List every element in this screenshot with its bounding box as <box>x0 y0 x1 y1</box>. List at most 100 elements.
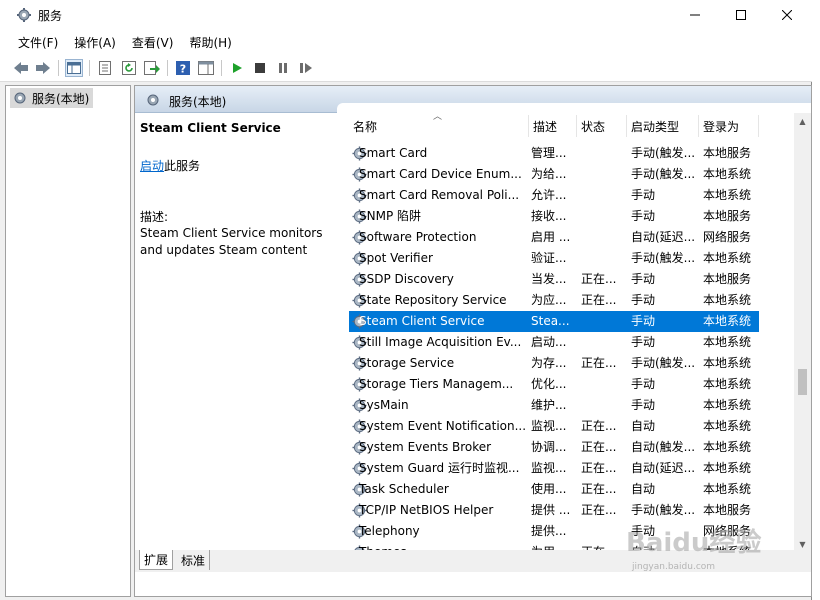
main-pane: 服务(本地) Steam Client Service 启动此服务 描述: St… <box>134 85 812 597</box>
export-icon <box>144 61 160 75</box>
maximize-icon <box>736 10 746 20</box>
back-button[interactable] <box>12 59 30 77</box>
tab-extended[interactable]: 扩展 <box>139 550 174 570</box>
menu-help[interactable]: 帮助(H) <box>181 34 239 51</box>
watermark-text: Baidu经验 <box>626 528 762 558</box>
baidu-watermark: Baidu经验 jingyan.baidu.com <box>626 522 786 582</box>
cell-desc: 监视... <box>531 419 567 433</box>
stop-icon <box>255 63 265 73</box>
cell-desc: 允许... <box>531 188 567 202</box>
table-row[interactable]: Smart Card 管理... 手动(触发... 本地服务 <box>349 143 759 164</box>
menu-view[interactable]: 查看(V) <box>124 34 182 51</box>
close-button[interactable] <box>764 0 810 30</box>
pause-icon <box>279 63 287 73</box>
scroll-up-arrow-icon[interactable]: ▲ <box>794 113 811 130</box>
forward-arrow-icon <box>36 62 50 74</box>
watermark-url: jingyan.baidu.com <box>632 562 716 572</box>
cell-status: 正在... <box>581 356 617 370</box>
table-row[interactable]: System Events Broker 协调... 正在... 自动(触发... 本地… <box>349 437 759 458</box>
restart-service-button[interactable] <box>297 59 315 77</box>
table-row[interactable]: SNMP 陷阱 接收... 手动 本地服务 <box>349 206 759 227</box>
cell-desc: 启用 ... <box>531 230 571 244</box>
services-list[interactable]: ︿ 名称 描述 状态 启动类型 登录为 Smart Card 管理... 手动(触发… <box>337 103 811 553</box>
table-row[interactable]: SSDP Discovery 当发... 正在... 手动 本地服务 <box>349 269 759 290</box>
menu-file[interactable]: 文件(F) <box>10 34 66 51</box>
cell-desc: 监视... <box>531 461 567 475</box>
cell-startup: 自动(延迟... <box>631 461 696 475</box>
cell-logon: 本地系统 <box>703 482 752 496</box>
cell-name: Storage Tiers Managem... <box>359 377 514 391</box>
properties-button[interactable] <box>96 59 114 77</box>
cell-status: 正在... <box>581 503 617 517</box>
cell-desc: 提供 ... <box>531 503 571 517</box>
table-row[interactable]: Smart Card Device Enum... 为给... 手动(触发... 本地… <box>349 164 759 185</box>
help-button[interactable]: ? <box>174 59 192 77</box>
start-service-link[interactable]: 启动 <box>140 159 164 173</box>
scrollbar-thumb[interactable] <box>798 369 807 395</box>
cell-startup: 手动 <box>631 314 656 328</box>
cell-name: SSDP Discovery <box>359 272 454 286</box>
cell-desc: 维护... <box>531 398 567 412</box>
cell-status <box>581 521 625 542</box>
title-bar: 服务 <box>0 0 812 30</box>
table-row[interactable]: SysMain 维护... 手动 本地系统 <box>349 395 759 416</box>
start-service-button[interactable] <box>228 59 246 77</box>
maximize-button[interactable] <box>718 0 764 30</box>
cell-desc: 提供... <box>531 524 567 538</box>
window-title: 服务 <box>38 9 63 23</box>
cell-desc: 使用... <box>531 482 567 496</box>
table-row[interactable]: System Event Notification... 监视... 正在... 自动… <box>349 416 759 437</box>
vertical-scrollbar[interactable]: ▲ ▼ <box>794 113 811 553</box>
table-row[interactable]: State Repository Service 为应... 正在... 手动 本地系统 <box>349 290 759 311</box>
table-row[interactable]: Storage Service 为存... 正在... 手动(触发... 本地系统 <box>349 353 759 374</box>
cell-name: SNMP 陷阱 <box>359 209 421 223</box>
tree-item-services-local[interactable]: 服务(本地) <box>10 88 94 108</box>
tab-standard[interactable]: 标准 <box>177 550 211 570</box>
table-row[interactable]: Still Image Acquisition Ev... 启动... 手动 本地系统 <box>349 332 759 353</box>
cell-startup: 自动 <box>631 419 656 433</box>
column-header-description[interactable]: 描述 <box>529 115 577 137</box>
column-header-status[interactable]: 状态 <box>577 115 627 137</box>
export-list-button[interactable] <box>143 59 161 77</box>
cell-status <box>581 248 625 269</box>
table-row[interactable]: Smart Card Removal Poli... 允许... 手动 本地系统 <box>349 185 759 206</box>
restart-icon <box>300 63 312 73</box>
list-header: 名称 描述 状态 启动类型 登录为 <box>337 115 767 137</box>
cell-desc: 管理... <box>531 146 567 160</box>
cell-desc: Stea... <box>531 314 570 328</box>
cell-status <box>581 143 625 164</box>
column-header-startup-type[interactable]: 启动类型 <box>627 115 699 137</box>
cell-startup: 手动(触发... <box>631 146 696 160</box>
cell-name: Telephony <box>359 524 420 538</box>
table-row[interactable]: TCP/IP NetBIOS Helper 提供 ... 正在... 手动(触发...… <box>349 500 759 521</box>
cell-logon: 本地服务 <box>703 209 752 223</box>
menu-action[interactable]: 操作(A) <box>66 34 124 51</box>
cell-logon: 本地服务 <box>703 146 752 160</box>
cell-desc: 协调... <box>531 440 567 454</box>
forward-button[interactable] <box>34 59 52 77</box>
table-row[interactable]: System Guard 运行时监视... 监视... 正在... 自动(延迟... 本… <box>349 458 759 479</box>
table-row[interactable]: Storage Tiers Managem... 优化... 手动 本地系统 <box>349 374 759 395</box>
cell-desc: 为给... <box>531 167 567 181</box>
table-row[interactable]: Task Scheduler 使用... 正在... 自动 本地系统 <box>349 479 759 500</box>
stop-service-button[interactable] <box>251 59 269 77</box>
column-header-name[interactable]: 名称 <box>349 115 529 137</box>
close-icon <box>782 10 792 20</box>
toolbar-separator <box>89 60 90 76</box>
toolbar-separator <box>58 60 59 76</box>
refresh-button[interactable] <box>120 59 138 77</box>
column-header-log-on-as[interactable]: 登录为 <box>699 115 759 137</box>
help-icon: ? <box>176 61 190 75</box>
cell-startup: 自动 <box>631 482 656 496</box>
table-row[interactable]: Software Protection 启用 ... 自动(延迟... 网络服务 <box>349 227 759 248</box>
cell-name: Steam Client Service <box>359 314 485 328</box>
cell-logon: 本地系统 <box>703 251 752 265</box>
table-row[interactable]: Steam Client Service Stea... 手动 本地系统 <box>349 311 759 332</box>
show-action-pane-button[interactable] <box>197 59 215 77</box>
cell-logon: 本地系统 <box>703 356 752 370</box>
pause-service-button[interactable] <box>274 59 292 77</box>
show-console-tree-button[interactable] <box>65 59 83 77</box>
services-gear-icon <box>14 92 26 104</box>
minimize-button[interactable] <box>672 0 718 30</box>
table-row[interactable]: Spot Verifier 验证... 手动(触发... 本地系统 <box>349 248 759 269</box>
